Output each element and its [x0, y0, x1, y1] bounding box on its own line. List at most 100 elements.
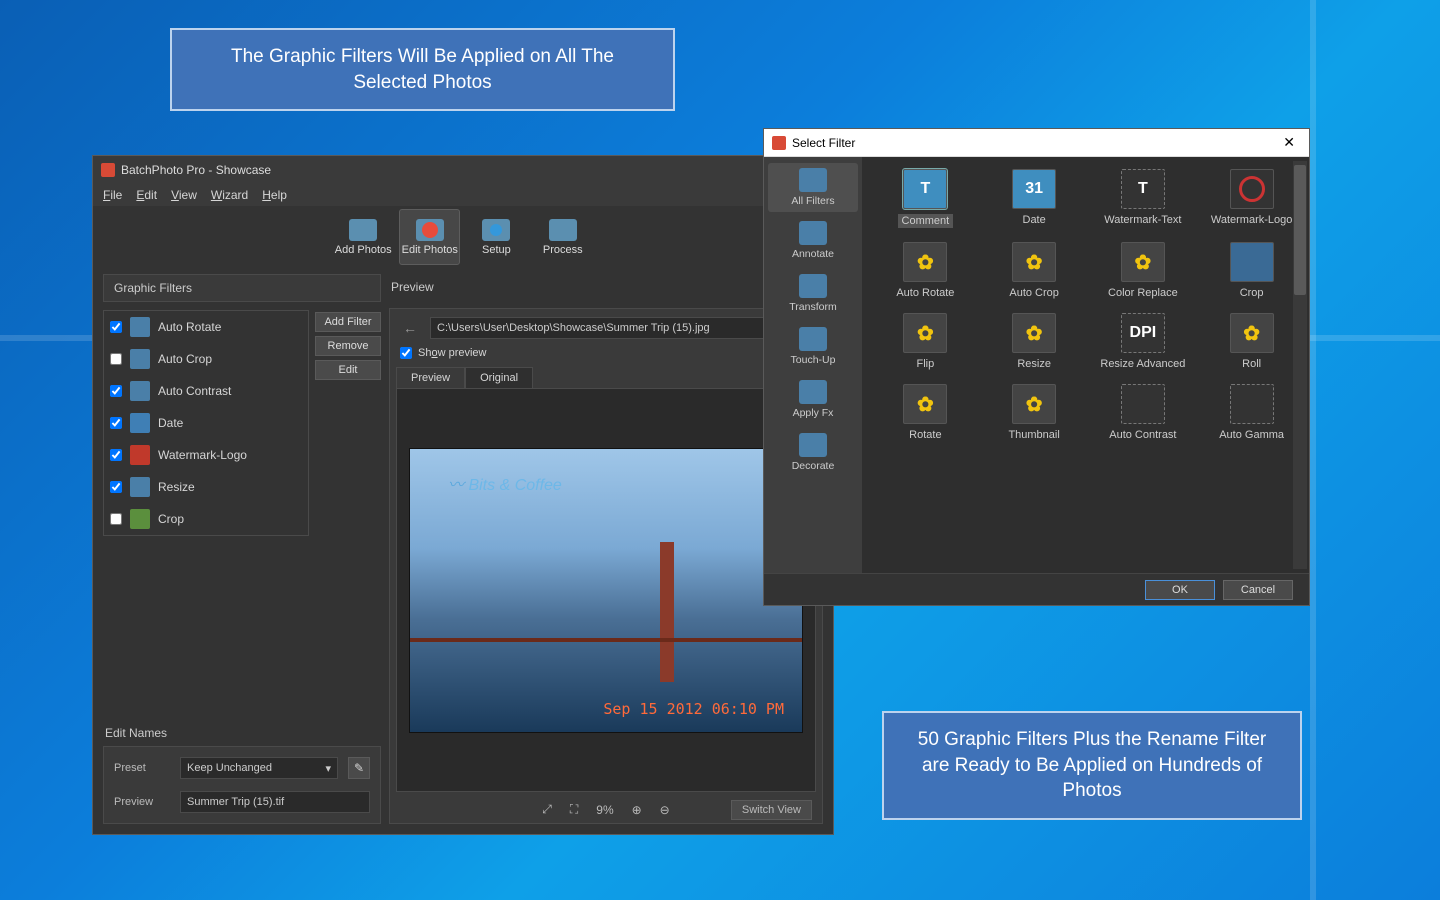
grid-filter-item[interactable]: Auto Rotate — [874, 240, 977, 301]
tab-preview[interactable]: Preview — [396, 367, 465, 388]
filters-header: Graphic Filters — [104, 275, 380, 301]
filter-checkbox[interactable] — [110, 449, 122, 461]
category-item[interactable]: Decorate — [768, 428, 858, 477]
category-item[interactable]: Touch-Up — [768, 322, 858, 371]
grid-filter-label: Roll — [1242, 358, 1261, 370]
grid-filter-label: Rotate — [909, 429, 941, 441]
grid-filter-item[interactable]: Thumbnail — [983, 382, 1086, 443]
preview-name-field[interactable]: Summer Trip (15).tif — [180, 791, 370, 813]
tool-edit-photos[interactable]: Edit Photos — [399, 209, 460, 265]
remove-filter-button[interactable]: Remove — [315, 336, 381, 356]
grid-filter-item[interactable]: Rotate — [874, 382, 977, 443]
grid-filter-item[interactable]: Auto Contrast — [1092, 382, 1195, 443]
filter-row[interactable]: Auto Contrast — [104, 375, 308, 407]
grid-filter-item[interactable]: Resize — [983, 311, 1086, 372]
category-item[interactable]: Apply Fx — [768, 375, 858, 424]
tool-process[interactable]: Process — [533, 209, 593, 265]
menu-help[interactable]: Help — [262, 188, 287, 202]
preview-header: Preview — [389, 274, 823, 300]
filter-label: Auto Crop — [158, 352, 212, 366]
category-list: All FiltersAnnotateTransformTouch-UpAppl… — [764, 157, 862, 573]
scrollbar-thumb[interactable] — [1294, 165, 1306, 295]
filter-label: Auto Rotate — [158, 320, 221, 334]
filter-checkbox[interactable] — [110, 385, 122, 397]
zoom-in-icon[interactable]: ⊕ — [632, 803, 642, 817]
grid-filter-item[interactable]: Crop — [1200, 240, 1303, 301]
path-field[interactable]: C:\Users\User\Desktop\Showcase\Summer Tr… — [430, 317, 812, 339]
grid-filter-item[interactable]: Flip — [874, 311, 977, 372]
dialog-titlebar[interactable]: Select Filter ✕ — [764, 129, 1309, 157]
zoom-out-icon[interactable]: ⊖ — [660, 803, 670, 817]
grid-filter-label: Auto Crop — [1009, 287, 1059, 299]
menu-view[interactable]: View — [171, 188, 197, 202]
grid-filter-item[interactable]: Auto Crop — [983, 240, 1086, 301]
filter-icon — [130, 349, 150, 369]
tool-setup[interactable]: Setup — [466, 209, 526, 265]
grid-filter-label: Thumbnail — [1008, 429, 1059, 441]
category-icon — [799, 168, 827, 192]
show-preview-checkbox[interactable] — [400, 347, 412, 359]
fullscreen-icon[interactable]: ⛶ — [570, 802, 578, 817]
grid-filter-icon — [1012, 313, 1056, 353]
filter-row[interactable]: Watermark-Logo — [104, 439, 308, 471]
filter-row[interactable]: Crop — [104, 503, 308, 535]
grid-filter-item[interactable]: Color Replace — [1092, 240, 1195, 301]
grid-filter-label: Comment — [898, 214, 954, 228]
filter-label: Resize — [158, 480, 195, 494]
edit-preset-button[interactable]: ✎ — [348, 757, 370, 779]
grid-filter-label: Auto Rotate — [896, 287, 954, 299]
filter-checkbox[interactable] — [110, 513, 122, 525]
preset-select[interactable]: Keep Unchanged▾ — [180, 757, 338, 779]
category-icon — [799, 327, 827, 351]
menu-wizard[interactable]: Wizard — [211, 188, 248, 202]
category-item[interactable]: All Filters — [768, 163, 858, 212]
ok-button[interactable]: OK — [1145, 580, 1215, 600]
grid-filter-icon: 31 — [1012, 169, 1056, 209]
switch-view-button[interactable]: Switch View — [731, 800, 812, 820]
category-item[interactable]: Annotate — [768, 216, 858, 265]
tab-original[interactable]: Original — [465, 367, 533, 388]
back-arrow-icon[interactable]: ← — [400, 320, 420, 336]
filter-icon — [130, 445, 150, 465]
grid-filter-item[interactable]: Watermark-Logo — [1200, 167, 1303, 230]
filter-row[interactable]: Date — [104, 407, 308, 439]
grid-filter-label: Resize — [1017, 358, 1051, 370]
grid-filter-icon — [1230, 169, 1274, 209]
filter-row[interactable]: Auto Crop — [104, 343, 308, 375]
menu-edit[interactable]: Edit — [136, 188, 157, 202]
menu-file[interactable]: File — [103, 188, 122, 202]
category-item[interactable]: Transform — [768, 269, 858, 318]
filter-checkbox[interactable] — [110, 321, 122, 333]
close-icon[interactable]: ✕ — [1277, 132, 1301, 153]
show-preview-label: Show preview — [418, 347, 487, 359]
filter-checkbox[interactable] — [110, 353, 122, 365]
main-titlebar[interactable]: BatchPhoto Pro - Showcase — [93, 156, 833, 184]
grid-filter-item[interactable]: Auto Gamma — [1200, 382, 1303, 443]
grid-filter-item[interactable]: 31 Date — [983, 167, 1086, 230]
callout-bottom: 50 Graphic Filters Plus the Rename Filte… — [882, 711, 1302, 820]
filter-icon — [130, 381, 150, 401]
category-icon — [799, 433, 827, 457]
grid-filter-icon — [903, 313, 947, 353]
add-filter-button[interactable]: Add Filter — [315, 312, 381, 332]
preset-label: Preset — [114, 762, 170, 774]
grid-filter-item[interactable]: TComment — [874, 167, 977, 230]
tool-add-photos[interactable]: Add Photos — [333, 209, 393, 265]
filter-checkbox[interactable] — [110, 481, 122, 493]
main-window: BatchPhoto Pro - Showcase File Edit View… — [92, 155, 834, 835]
filter-row[interactable]: Resize — [104, 471, 308, 503]
grid-filter-item[interactable]: TWatermark-Text — [1092, 167, 1195, 230]
edit-filter-button[interactable]: Edit — [315, 360, 381, 380]
filter-checkbox[interactable] — [110, 417, 122, 429]
filter-row[interactable]: Auto Rotate — [104, 311, 308, 343]
category-icon — [799, 221, 827, 245]
grid-filter-label: Date — [1023, 214, 1046, 226]
scrollbar[interactable] — [1293, 161, 1307, 569]
category-icon — [799, 380, 827, 404]
grid-filter-icon — [1012, 384, 1056, 424]
cancel-button[interactable]: Cancel — [1223, 580, 1293, 600]
fit-icon[interactable]: ⤢ — [542, 802, 552, 817]
grid-filter-item[interactable]: DPIResize Advanced — [1092, 311, 1195, 372]
grid-filter-item[interactable]: Roll — [1200, 311, 1303, 372]
grid-filter-icon — [903, 384, 947, 424]
